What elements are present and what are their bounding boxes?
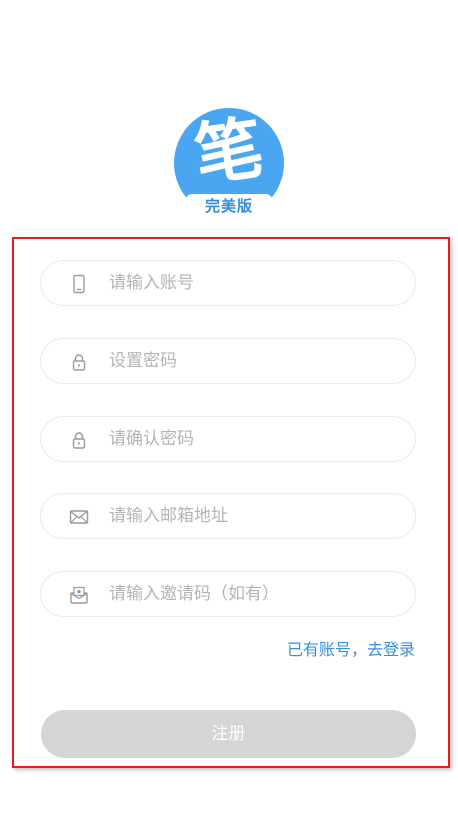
confirm-password-field[interactable] — [40, 416, 416, 462]
logo-character: 笔 — [189, 108, 269, 197]
app-logo: 笔 完美版 — [172, 106, 286, 220]
account-input[interactable] — [109, 261, 399, 305]
lock-icon — [69, 430, 89, 450]
password-field[interactable] — [40, 338, 416, 384]
register-button[interactable]: 注册 — [41, 710, 416, 758]
logo-subtitle: 完美版 — [186, 194, 272, 220]
email-field[interactable] — [40, 493, 416, 539]
phone-icon — [69, 274, 89, 294]
lock-icon — [69, 352, 89, 372]
invite-mail-icon — [69, 585, 89, 605]
account-field[interactable] — [40, 260, 416, 306]
invite-code-input[interactable] — [109, 572, 399, 616]
mail-icon — [69, 507, 89, 527]
confirm-password-input[interactable] — [109, 417, 399, 461]
invite-code-field[interactable] — [40, 571, 416, 617]
go-to-login-link[interactable]: 已有账号，去登录 — [287, 636, 415, 660]
email-input[interactable] — [109, 494, 399, 538]
password-input[interactable] — [109, 339, 399, 383]
